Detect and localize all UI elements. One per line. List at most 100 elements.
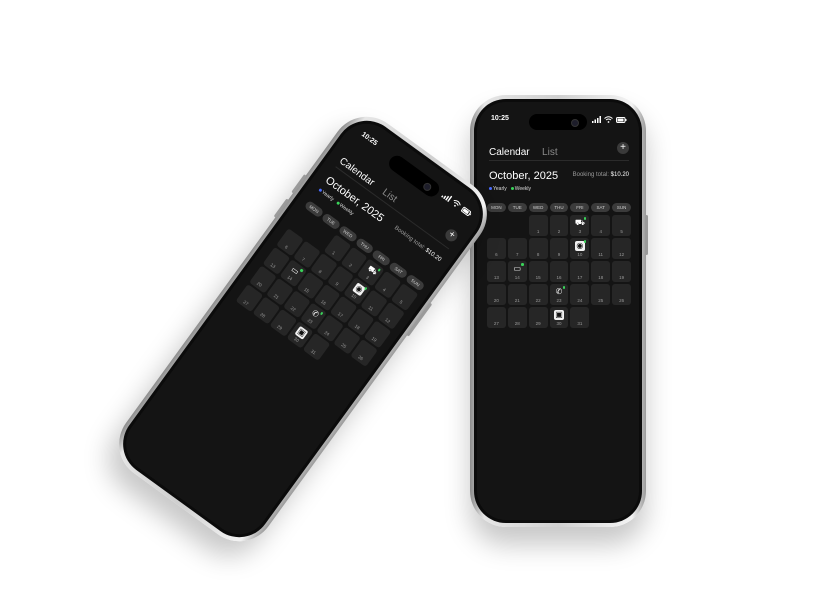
day-number: 23 (556, 298, 562, 303)
weekday-sun: SUN (612, 203, 631, 212)
calendar-day-22[interactable]: 22 (528, 284, 548, 305)
wifi-icon (604, 116, 613, 123)
day-number: 31 (577, 321, 583, 326)
calendar-day-17[interactable]: 17 (570, 261, 590, 282)
calendar-day-20[interactable]: 20 (487, 284, 506, 305)
calendar-day-30[interactable]: 30 ▣ (549, 307, 569, 328)
day-number: 12 (619, 252, 625, 257)
day-number: 8 (536, 252, 540, 257)
calendar-day-10[interactable]: 10 ◉ (570, 238, 590, 259)
calendar-day-19[interactable]: 19 (612, 261, 631, 282)
calendar-day-26[interactable]: 26 (612, 284, 631, 305)
day-number: 25 (598, 298, 604, 303)
weekly-booking-dot (583, 217, 587, 220)
calendar-day-9[interactable]: 9 (549, 238, 569, 259)
phone-upright: 10:25 Calendar List + October, 2025 Book… (468, 95, 648, 527)
calendar-day-4[interactable]: 4 (591, 215, 611, 236)
day-number: 3 (578, 229, 582, 234)
ring-icon: ◉ (574, 241, 585, 251)
weekly-booking-dot (320, 311, 324, 316)
weekly-booking-dot (299, 268, 304, 273)
dynamic-island (529, 114, 587, 130)
car-icon: ⛟ (574, 218, 585, 227)
weekday-tue: TUE (507, 203, 527, 212)
status-time: 10:25 (491, 115, 509, 122)
calendar-day-3[interactable]: 3 ⛟ (570, 215, 590, 236)
calendar-day-14[interactable]: 14 ▭ (507, 261, 527, 282)
booking-total: Booking total: $10.20 (573, 172, 629, 178)
calendar-day-8[interactable]: 8 (528, 238, 548, 259)
day-number: 11 (598, 252, 604, 257)
day-number: 13 (493, 275, 499, 280)
calendar-day-21[interactable]: 21 (507, 284, 527, 305)
phone-tilted: 10:25 Calendar List + October, 2025 Book… (104, 102, 502, 556)
add-button-2[interactable]: + (443, 226, 460, 244)
day-number: 27 (242, 299, 250, 307)
yearly-dot (489, 187, 492, 191)
day-number: 2 (557, 229, 561, 234)
day-number: 27 (493, 321, 499, 326)
day-number: 26 (619, 298, 625, 303)
weekly-dot (510, 187, 514, 191)
chat-icon: ▭ (513, 264, 522, 273)
calendar-day-24[interactable]: 24 (570, 284, 590, 305)
day-number: 22 (535, 298, 541, 303)
calendar-day-15[interactable]: 15 (528, 261, 548, 282)
weekly-booking-dot (583, 240, 587, 243)
calendar-day-5[interactable]: 5 (612, 215, 631, 236)
day-number: 18 (598, 275, 604, 280)
calendar-day-18[interactable]: 18 (591, 261, 611, 282)
day-number: 30 (556, 321, 562, 326)
tab-calendar[interactable]: Calendar (489, 147, 530, 158)
calendar-day-1[interactable]: 1 (528, 215, 548, 236)
legend-weekly-label: Weekly (514, 186, 532, 192)
booking-total-value: $10.20 (610, 172, 629, 178)
weekly-booking-dot (521, 263, 524, 266)
header-divider (489, 160, 629, 161)
legend-weekly: Weekly (510, 186, 532, 192)
weekday-wed: WED (528, 203, 548, 212)
status-time-2: 10:25 (359, 131, 379, 148)
day-number: 7 (516, 252, 519, 257)
weekly-booking-dot (562, 286, 566, 289)
legend: Yearly Weekly (489, 186, 531, 192)
calendar-day-27[interactable]: 27 (487, 307, 506, 328)
day-number: 21 (514, 298, 520, 303)
add-button[interactable]: + (617, 142, 629, 154)
signal-icon (592, 116, 601, 123)
status-bar: 10:25 (487, 114, 629, 130)
calendar-grid: 1 2 3 ⛟ 4 5 6 7 8 9 10 ◉ 11 12 13 14 ▭ 15 16 17 18 19 20 21 22 23… (487, 215, 631, 328)
weekday-thu: THU (549, 203, 569, 212)
status-icons (592, 116, 627, 123)
calendar-day-12[interactable]: 12 (612, 238, 631, 259)
calendar-day-16[interactable]: 16 (549, 261, 569, 282)
status-icons-2 (441, 191, 473, 217)
calendar-day-6[interactable]: 6 (487, 238, 506, 259)
battery-icon (461, 206, 472, 216)
day-number: 19 (619, 275, 625, 280)
calendar-day-11[interactable]: 11 (591, 238, 611, 259)
phone-icon: ✆ (555, 287, 563, 296)
calendar-day-23[interactable]: 23 ✆ (549, 284, 569, 305)
calendar-day-2[interactable]: 2 (549, 215, 569, 236)
calendar-day-25[interactable]: 25 (591, 284, 611, 305)
day-number: 29 (535, 321, 541, 326)
calendar-day-13[interactable]: 13 (487, 261, 506, 282)
weekday-sat: SAT (591, 203, 611, 212)
weekday-fri: FRI (570, 203, 590, 212)
booking-total-label: Booking total: (572, 172, 609, 178)
app-header: Calendar List + (489, 142, 629, 162)
weekly-booking-dot (377, 268, 382, 272)
tab-list[interactable]: List (542, 147, 558, 158)
day-number: 26 (357, 354, 365, 362)
day-number: 4 (599, 229, 602, 234)
legend-yearly-label: Yearly (493, 186, 507, 192)
day-number: 14 (514, 275, 520, 280)
calendar-day-29[interactable]: 29 (528, 307, 548, 328)
card-icon: ▣ (553, 310, 564, 320)
power-button (645, 215, 648, 255)
calendar-blank (487, 215, 506, 236)
calendar-day-28[interactable]: 28 (507, 307, 527, 328)
calendar-day-7[interactable]: 7 (507, 238, 527, 259)
calendar-day-31[interactable]: 31 (570, 307, 590, 328)
